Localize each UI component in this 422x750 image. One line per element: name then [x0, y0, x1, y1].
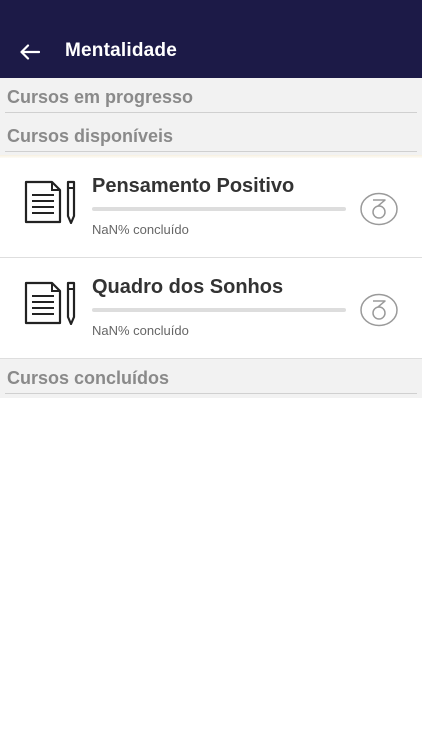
section-label: Cursos concluídos: [7, 368, 170, 388]
arrow-left-icon: [20, 44, 40, 60]
course-card[interactable]: Pensamento Positivo NaN% concluído: [0, 158, 422, 258]
divider: [5, 393, 417, 394]
back-button[interactable]: [16, 40, 44, 64]
progress-text: NaN% concluído: [92, 222, 189, 237]
app-header: Mentalidade: [0, 0, 422, 78]
medal-icon: [360, 293, 398, 327]
section-completed: Cursos concluídos: [0, 359, 422, 398]
medal-icon: [360, 192, 398, 226]
progress-bar: [92, 207, 346, 211]
course-title: Pensamento Positivo: [92, 175, 295, 197]
divider: [5, 112, 417, 113]
section-available: Cursos disponíveis: [0, 117, 422, 156]
course-card[interactable]: Quadro dos Sonhos NaN% concluído: [0, 259, 422, 359]
course-title: Quadro dos Sonhos: [92, 276, 284, 298]
divider: [5, 151, 417, 152]
progress-text: NaN% concluído: [92, 323, 189, 338]
document-pencil-icon: [24, 180, 76, 224]
document-pencil-icon: [24, 281, 76, 325]
section-label: Cursos disponíveis: [7, 126, 174, 146]
section-in-progress: Cursos em progresso: [0, 78, 422, 117]
progress-bar: [92, 308, 346, 312]
section-label: Cursos em progresso: [7, 87, 194, 107]
page-title: Mentalidade: [65, 40, 177, 61]
